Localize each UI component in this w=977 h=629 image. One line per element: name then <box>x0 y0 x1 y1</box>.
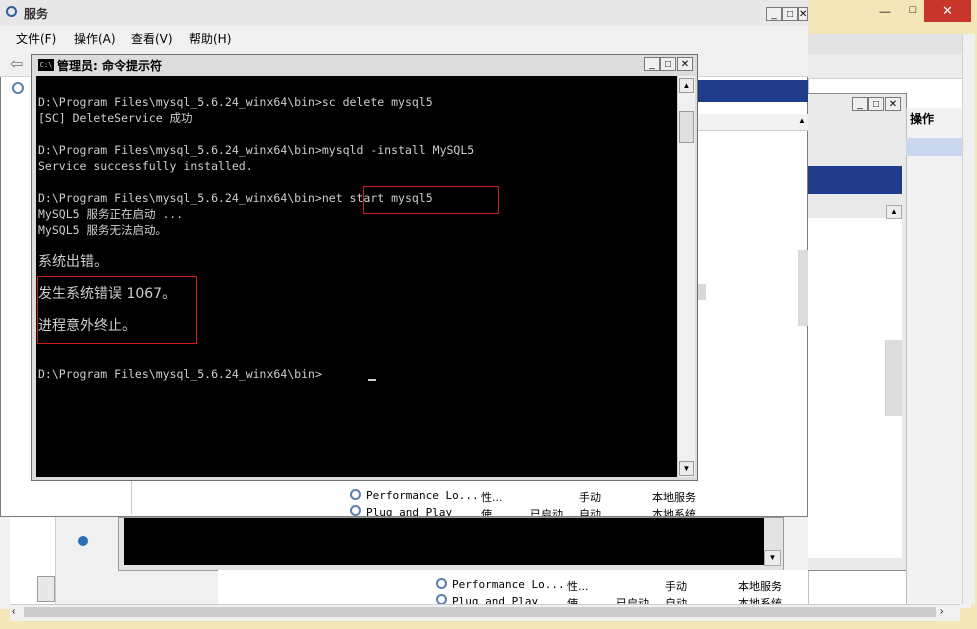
console-prompt: D:\Program Files\mysql_5.6.24_winx64\bin… <box>38 367 322 381</box>
highlight-system-error <box>37 276 197 344</box>
services-window-icon <box>6 6 17 17</box>
service-startup: 手动 <box>665 580 687 593</box>
cmd-scroll-up-icon[interactable]: ▲ <box>679 78 694 93</box>
console-line: MySQL5 服务正在启动 ... <box>38 207 184 221</box>
mmc-scroll-up[interactable]: ▲ <box>886 205 902 219</box>
gear-icon <box>436 578 447 589</box>
service-desc: 性... <box>567 580 589 593</box>
services-title: 服务 <box>24 7 49 21</box>
cmd-scroll-thumb[interactable] <box>679 111 694 143</box>
text-cursor <box>368 379 376 381</box>
cmd-icon: C:\ <box>38 59 54 71</box>
services-header-band <box>698 80 808 102</box>
back-window-toolbar <box>808 54 970 79</box>
back-window-menubar <box>808 34 970 54</box>
services-scroll-up[interactable]: ▲ <box>798 116 806 125</box>
menu-view[interactable]: 查看(V) <box>131 30 173 47</box>
services-minimize-button[interactable]: _ <box>766 7 782 21</box>
scroll-left-icon[interactable]: ‹ <box>12 606 15 617</box>
console-line: D:\Program Files\mysql_5.6.24_winx64\bin… <box>38 95 433 109</box>
cmd-title: 管理员: 命令提示符 <box>57 59 162 73</box>
tree-gear-icon[interactable] <box>12 82 24 94</box>
console-line: [SC] DeleteService 成功 <box>38 111 193 125</box>
vertical-scrollbar-right[interactable] <box>962 34 975 604</box>
mmc-minimize-button[interactable]: _ <box>852 97 868 111</box>
service-name: Performance Lo... <box>452 578 565 591</box>
lower-console-body <box>124 518 764 565</box>
cmd-maximize-button[interactable]: □ <box>660 57 676 71</box>
mmc-selected-band <box>802 166 902 194</box>
menu-action[interactable]: 操作(A) <box>74 30 116 47</box>
service-desc: 性... <box>481 491 503 504</box>
services-list-thumb <box>698 284 706 300</box>
service-logon: 本地服务 <box>738 580 782 593</box>
lower-console-scroll-down[interactable]: ▼ <box>764 550 781 566</box>
cmd-minimize-button[interactable]: _ <box>644 57 660 71</box>
document-icon <box>37 576 55 602</box>
services-column-header <box>698 114 808 131</box>
cmd-scroll-down-icon[interactable]: ▼ <box>679 461 694 476</box>
mmc-maximize-button[interactable]: □ <box>868 97 884 111</box>
cmd-close-button[interactable]: ✕ <box>677 57 693 71</box>
services-close-button[interactable]: ✕ <box>798 7 808 21</box>
service-name: Performance Lo... <box>366 489 479 502</box>
console-line: MySQL5 服务无法启动。 <box>38 223 167 237</box>
service-startup: 手动 <box>579 491 601 504</box>
services-titlebar <box>0 0 808 26</box>
background-minimize-icon[interactable]: — <box>878 6 892 18</box>
actions-scrollbar[interactable] <box>885 340 902 416</box>
menu-file[interactable]: 文件(F) <box>16 30 56 47</box>
horizontal-scroll-thumb[interactable] <box>24 607 936 617</box>
mmc-close-button[interactable]: ✕ <box>885 97 901 111</box>
console-line: 系统出错。 <box>38 254 108 270</box>
scroll-right-icon[interactable]: › <box>940 606 943 617</box>
background-maximize-icon[interactable]: □ <box>906 4 920 16</box>
services-menubar <box>0 26 808 51</box>
gear-icon <box>350 489 361 500</box>
console-line: D:\Program Files\mysql_5.6.24_winx64\bin… <box>38 143 475 157</box>
service-logon: 本地服务 <box>652 491 696 504</box>
back-arrow-icon[interactable]: ⇦ <box>10 54 23 74</box>
globe-icon <box>78 536 88 546</box>
actions-panel-title: 操作 <box>910 112 935 126</box>
services-vertical-scrollbar[interactable] <box>798 250 808 326</box>
highlight-net-start <box>363 186 499 214</box>
actions-panel-header-band <box>906 138 970 156</box>
console-line: Service successfully installed. <box>38 159 253 173</box>
services-maximize-button[interactable]: □ <box>782 7 798 21</box>
menu-help[interactable]: 帮助(H) <box>189 30 231 47</box>
background-close-button[interactable]: ✕ <box>924 0 971 22</box>
